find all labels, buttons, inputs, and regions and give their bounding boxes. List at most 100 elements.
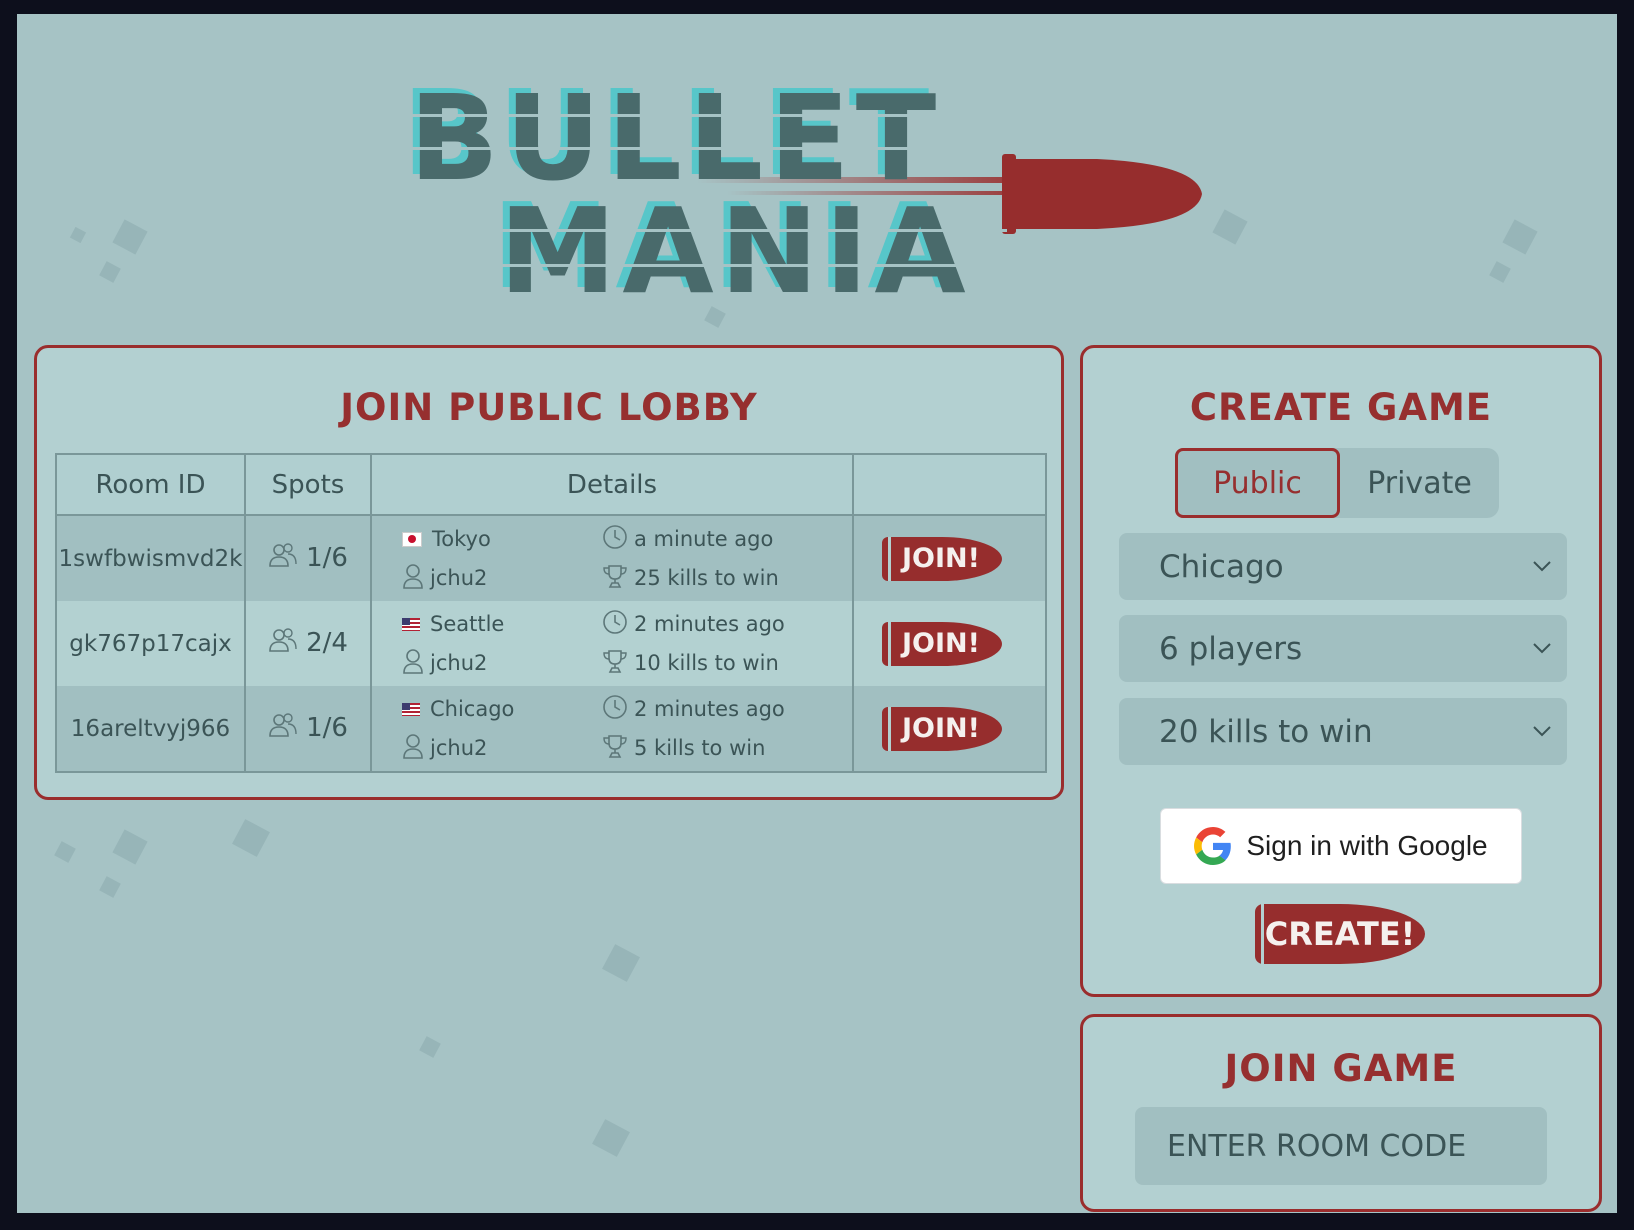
people-icon xyxy=(268,627,298,660)
region-info: Chicago xyxy=(402,694,602,725)
background-square xyxy=(232,819,270,857)
players-value: 6 players xyxy=(1159,630,1303,667)
create-game-panel: CREATE GAME Public Private Chicago 6 pla… xyxy=(1080,345,1602,997)
created-time: a minute ago xyxy=(634,527,774,551)
public-lobby-panel: JOIN PUBLIC LOBBY Room ID Spots Details … xyxy=(34,345,1064,800)
clock-icon xyxy=(602,609,628,640)
room-row: 1swfbwismvd2k 1/6 Tokyo a minute ago jchu2 25… xyxy=(55,515,1047,601)
background-square xyxy=(112,829,148,865)
chevron-down-icon xyxy=(1533,726,1551,737)
chevron-down-icon xyxy=(1533,561,1551,572)
chevron-down-icon xyxy=(1533,643,1551,654)
background-square xyxy=(419,1036,441,1058)
us-flag-icon xyxy=(402,617,420,631)
create-title: CREATE GAME xyxy=(1189,386,1493,429)
background-square xyxy=(99,876,121,898)
logo-line2: MANIA xyxy=(499,182,972,320)
details-cell: Chicago 2 minutes ago jchu2 5 kills to win xyxy=(370,686,854,773)
join-game-panel: JOIN GAME xyxy=(1080,1014,1602,1212)
bullet-icon xyxy=(1012,159,1202,229)
lobby-title: JOIN PUBLIC LOBBY xyxy=(340,386,758,429)
private-toggle[interactable]: Private xyxy=(1340,448,1499,518)
host-name: jchu2 xyxy=(430,736,488,760)
join-cell: JOIN! xyxy=(852,515,1047,601)
join-title: JOIN GAME xyxy=(1224,1047,1458,1090)
us-flag-icon xyxy=(402,702,420,716)
join-cell: JOIN! xyxy=(852,601,1047,686)
people-icon xyxy=(268,712,298,745)
trophy-icon xyxy=(602,563,628,594)
trophy-icon xyxy=(602,648,628,679)
details-cell: Tokyo a minute ago jchu2 25 kills to win xyxy=(370,515,854,601)
players-select[interactable]: 6 players xyxy=(1119,615,1567,682)
user-icon xyxy=(402,563,424,594)
header-details: Details xyxy=(370,453,854,516)
room-code-input[interactable] xyxy=(1135,1107,1547,1185)
jp-flag-icon xyxy=(402,531,422,547)
created-time: 2 minutes ago xyxy=(634,697,785,721)
header-action xyxy=(852,453,1047,516)
create-button[interactable]: CREATE! xyxy=(1255,904,1425,964)
spots-value: 1/6 xyxy=(306,713,348,743)
region-select[interactable]: Chicago xyxy=(1119,533,1567,600)
join-button[interactable]: JOIN! xyxy=(882,536,1002,581)
time-info: 2 minutes ago xyxy=(602,694,852,725)
region-value: Chicago xyxy=(1159,548,1284,585)
host-info: jchu2 xyxy=(402,563,602,594)
background-square xyxy=(69,226,87,244)
google-signin-label: Sign in with Google xyxy=(1246,830,1488,861)
region-info: Seattle xyxy=(402,609,602,640)
details-cell: Seattle 2 minutes ago jchu2 10 kills to win xyxy=(370,601,854,686)
room-row: gk767p17cajx 2/4 Seattle 2 minutes ago jchu2… xyxy=(55,601,1047,686)
spots-cell: 1/6 xyxy=(244,686,372,773)
user-icon xyxy=(402,648,424,679)
background-square xyxy=(1502,219,1538,255)
kills-value: 20 kills to win xyxy=(1159,713,1373,750)
bullet-rim xyxy=(1002,154,1016,234)
bullet-mania-logo: BULLET BULLET MANIA MANIA xyxy=(397,69,1202,320)
join-button[interactable]: JOIN! xyxy=(882,621,1002,666)
region-name: Seattle xyxy=(430,612,505,636)
clock-icon xyxy=(602,694,628,725)
host-info: jchu2 xyxy=(402,648,602,679)
people-icon xyxy=(268,542,298,575)
time-info: 2 minutes ago xyxy=(602,609,852,640)
trophy-icon xyxy=(602,733,628,764)
background-square xyxy=(592,1119,630,1157)
spots-value: 2/4 xyxy=(306,628,348,658)
join-button[interactable]: JOIN! xyxy=(882,706,1002,751)
room-row: 16areltvyj966 1/6 Chicago 2 minutes ago jchu… xyxy=(55,686,1047,773)
background-square xyxy=(602,944,640,982)
kill-goal: 10 kills to win xyxy=(634,651,779,675)
kill-goal: 25 kills to win xyxy=(634,566,779,590)
visibility-toggle: Public Private xyxy=(1175,448,1499,518)
goal-info: 5 kills to win xyxy=(602,733,852,764)
room-id-cell: gk767p17cajx xyxy=(55,601,246,686)
region-name: Tokyo xyxy=(432,527,491,551)
glitch-line xyxy=(487,264,1007,267)
spots-cell: 1/6 xyxy=(244,515,372,601)
public-toggle[interactable]: Public xyxy=(1175,448,1340,518)
host-name: jchu2 xyxy=(430,651,488,675)
kill-goal: 5 kills to win xyxy=(634,736,766,760)
goal-info: 10 kills to win xyxy=(602,648,852,679)
time-info: a minute ago xyxy=(602,524,852,555)
kills-select[interactable]: 20 kills to win xyxy=(1119,698,1567,765)
host-name: jchu2 xyxy=(430,566,488,590)
header-spots: Spots xyxy=(244,453,372,516)
background-square xyxy=(112,219,148,255)
join-cell: JOIN! xyxy=(852,686,1047,773)
google-signin-button[interactable]: Sign in with Google xyxy=(1160,808,1522,884)
background-square xyxy=(54,841,76,863)
background-square xyxy=(1489,261,1511,283)
goal-info: 25 kills to win xyxy=(602,563,852,594)
room-id-cell: 1swfbwismvd2k xyxy=(55,515,246,601)
header-room-id: Room ID xyxy=(55,453,246,516)
glitch-line xyxy=(487,229,1007,232)
clock-icon xyxy=(602,524,628,555)
user-icon xyxy=(402,733,424,764)
glitch-line xyxy=(397,147,997,150)
rooms-table: Room ID Spots Details 1swfbwismvd2k 1/6 To… xyxy=(55,453,1047,773)
region-info: Tokyo xyxy=(402,524,602,555)
page: BULLET BULLET MANIA MANIA JOIN PUBLIC LO… xyxy=(17,14,1617,1213)
